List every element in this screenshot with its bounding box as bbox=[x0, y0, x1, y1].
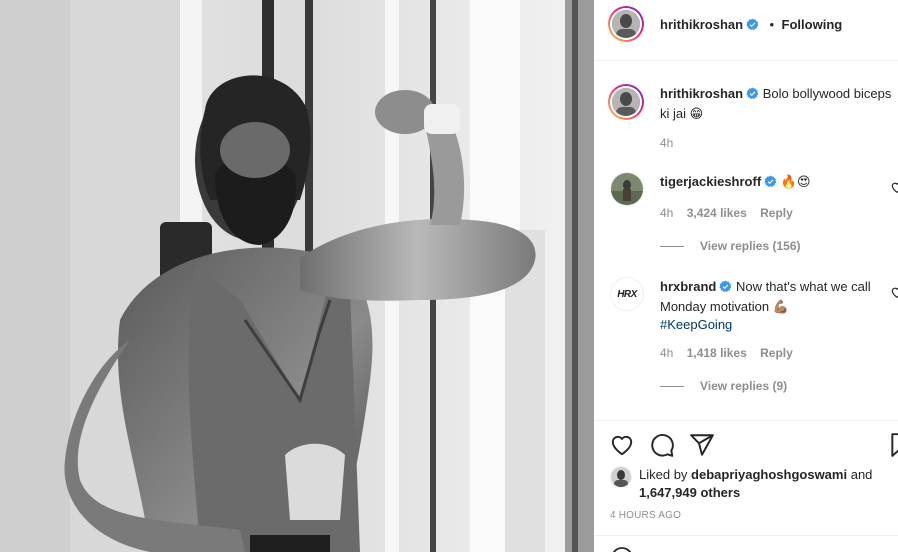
commenter-avatar[interactable] bbox=[610, 172, 644, 206]
comment-time: 4h bbox=[660, 206, 674, 220]
liked-by-conjunction: and bbox=[850, 467, 873, 482]
author-username[interactable]: hrithikroshan bbox=[660, 17, 743, 32]
comment-likes[interactable]: 1,418 likes bbox=[687, 346, 747, 360]
view-replies-button[interactable]: View replies (9) bbox=[660, 379, 787, 393]
comment-item: HRX hrxbrand Now that's what we call Mon… bbox=[594, 273, 898, 413]
comment-icon[interactable] bbox=[649, 432, 675, 463]
avatar-photo-icon bbox=[612, 88, 640, 116]
reply-line bbox=[660, 246, 684, 248]
comment-time: 4h bbox=[660, 346, 674, 360]
verified-badge-icon bbox=[764, 175, 777, 193]
caption-username[interactable]: hrithikroshan bbox=[660, 86, 743, 101]
view-replies-button[interactable]: View replies (156) bbox=[660, 239, 801, 253]
hrx-logo: HRX bbox=[617, 288, 637, 300]
commenter-avatar[interactable]: HRX bbox=[610, 277, 644, 311]
heart-icon[interactable] bbox=[609, 432, 635, 463]
post-photo[interactable] bbox=[0, 0, 594, 552]
view-replies-label: View replies (156) bbox=[700, 239, 801, 253]
hashtag-link[interactable]: #KeepGoing bbox=[660, 317, 732, 332]
avatar-photo-icon bbox=[611, 173, 643, 205]
header-separator: • bbox=[769, 17, 775, 32]
author-avatar[interactable] bbox=[608, 6, 644, 42]
caption-block: hrithikroshan Bolo bollywood biceps ki j… bbox=[594, 80, 898, 160]
post-side-panel: hrithikroshan • Following hrithikroshan … bbox=[594, 0, 898, 552]
comment-like-heart-icon[interactable] bbox=[890, 180, 898, 199]
caption-avatar[interactable] bbox=[608, 84, 644, 120]
view-replies-label: View replies (9) bbox=[700, 379, 788, 393]
likes-count-link[interactable]: 1,647,949 others bbox=[639, 485, 740, 500]
header-divider bbox=[594, 60, 898, 61]
verified-badge-icon bbox=[746, 87, 759, 105]
verified-badge-icon bbox=[719, 280, 732, 298]
post-timestamp[interactable]: 4 HOURS AGO bbox=[610, 510, 681, 521]
reply-line bbox=[660, 386, 684, 388]
actions-divider bbox=[594, 420, 898, 421]
reply-button[interactable]: Reply bbox=[760, 346, 793, 360]
liked-by-prefix: Liked by bbox=[639, 467, 688, 482]
caption-time: 4h bbox=[660, 136, 674, 150]
following-button[interactable]: Following bbox=[782, 17, 843, 32]
post-header: hrithikroshan • Following bbox=[594, 0, 898, 60]
reply-button[interactable]: Reply bbox=[760, 206, 793, 220]
commenter-username[interactable]: hrxbrand bbox=[660, 279, 716, 294]
avatar-photo-icon bbox=[611, 467, 631, 487]
share-icon[interactable] bbox=[689, 432, 715, 463]
emoji-icon[interactable] bbox=[610, 546, 634, 552]
bookmark-icon[interactable] bbox=[888, 432, 898, 463]
post-image bbox=[0, 0, 594, 552]
liker-username[interactable]: debapriyaghoshgoswami bbox=[691, 467, 847, 482]
verified-badge-icon bbox=[746, 18, 759, 36]
comment-text: 🔥😍 bbox=[780, 174, 811, 189]
bottom-divider bbox=[594, 535, 898, 536]
comment-likes[interactable]: 3,424 likes bbox=[687, 206, 747, 220]
avatar-photo-icon bbox=[612, 10, 640, 38]
comment-like-heart-icon[interactable] bbox=[890, 285, 898, 304]
liker-avatar[interactable] bbox=[610, 466, 632, 488]
commenter-username[interactable]: tigerjackieshroff bbox=[660, 174, 761, 189]
comment-item: tigerjackieshroff 🔥😍 4h 3,424 likes Repl… bbox=[594, 168, 898, 268]
